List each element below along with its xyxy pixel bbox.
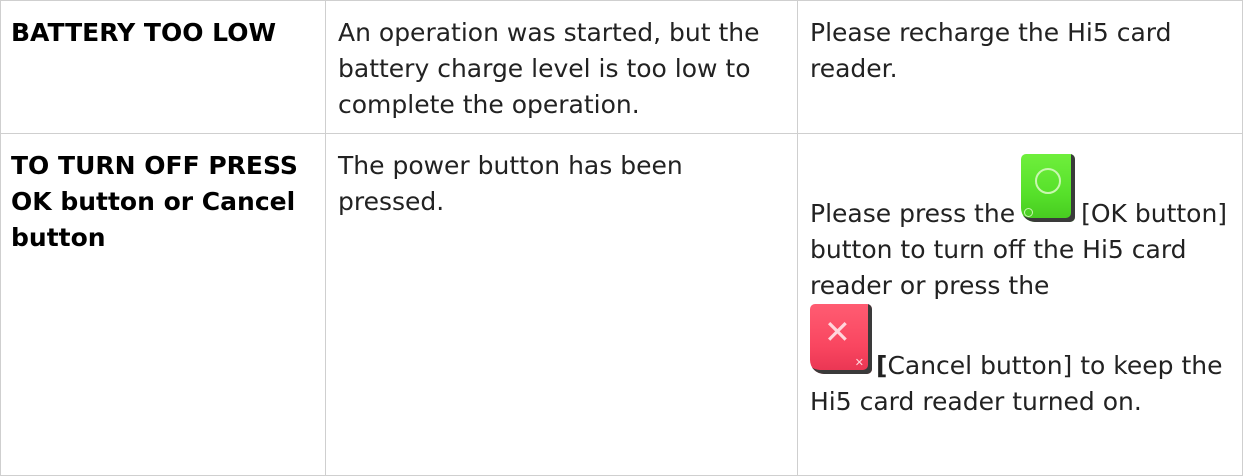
- description-text: The power button has been pressed.: [338, 151, 683, 216]
- action-cell: Please press the [OK button] button to tu…: [797, 133, 1243, 476]
- message-text: TO TURN OFF PRESS OK button or Cancel bu…: [11, 151, 298, 252]
- table-row: BATTERY TOO LOW An operation was started…: [0, 0, 1243, 134]
- table-row: TO TURN OFF PRESS OK button or Cancel bu…: [0, 133, 1243, 476]
- description-text: An operation was started, but the batter…: [338, 18, 760, 119]
- message-cell: BATTERY TOO LOW: [0, 0, 326, 134]
- action-text-part1: Please press the: [810, 199, 1016, 228]
- description-cell: The power button has been pressed.: [325, 133, 798, 476]
- message-text: BATTERY TOO LOW: [11, 18, 277, 47]
- ok-button-icon: [1021, 154, 1076, 222]
- action-text: Please recharge the Hi5 card reader.: [810, 18, 1172, 83]
- action-bracket: [: [876, 351, 888, 380]
- description-cell: An operation was started, but the batter…: [325, 0, 798, 134]
- error-message-table: BATTERY TOO LOW An operation was started…: [0, 0, 1243, 476]
- message-cell: TO TURN OFF PRESS OK button or Cancel bu…: [0, 133, 326, 476]
- action-cell: Please recharge the Hi5 card reader.: [797, 0, 1243, 134]
- cancel-button-icon: ✕ ✕: [810, 304, 872, 374]
